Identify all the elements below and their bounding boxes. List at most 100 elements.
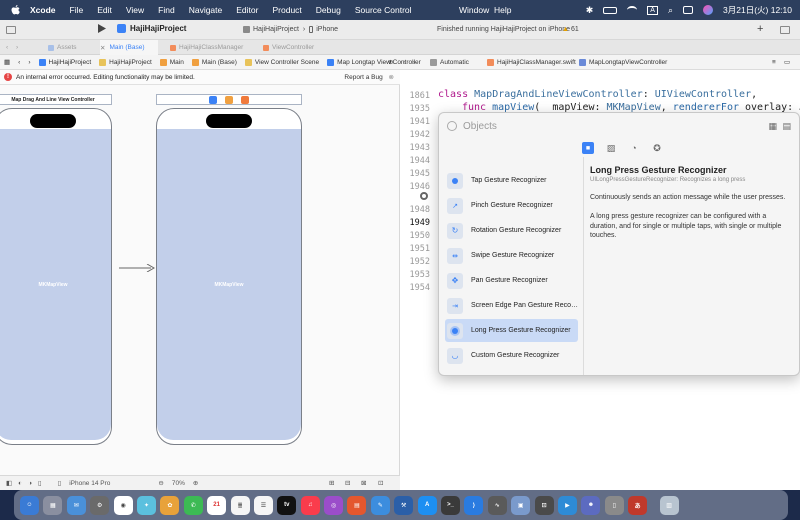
update-frames-icon[interactable]: ⊞ (329, 479, 334, 487)
menu-debug[interactable]: Debug (316, 5, 341, 15)
storyboard-canvas[interactable]: Map Drag And Line View Controller MKMapV… (0, 85, 400, 475)
tab-main-base[interactable]: ✕ Main (Base) (100, 40, 158, 55)
wifi-icon[interactable] (627, 6, 638, 14)
menu-view[interactable]: View (126, 5, 144, 15)
editor-options-icon[interactable]: ⊕ (388, 58, 393, 66)
zoom-in-icon[interactable]: ⊕ (193, 479, 198, 487)
battery-icon[interactable] (603, 6, 618, 14)
safari-icon[interactable]: ✦ (136, 495, 156, 515)
terminal-icon[interactable]: >_ (441, 495, 461, 515)
forward-icon[interactable]: › (16, 40, 18, 55)
media-segment-icon[interactable]: ▨ (605, 142, 617, 154)
exit-icon[interactable] (241, 95, 249, 104)
list-item[interactable]: ◡ Custom Gesture Recognizer (445, 344, 578, 367)
menu-app-xcode[interactable]: Xcode (30, 5, 56, 15)
menu-window[interactable]: Window (459, 5, 489, 15)
apple-tv-icon[interactable]: tv (277, 495, 297, 515)
jump-forward-icon[interactable]: › (28, 59, 30, 66)
device-frame-icon[interactable]: ▯ (38, 479, 42, 487)
menu-find[interactable]: Find (158, 5, 175, 15)
screenshot-icon[interactable]: ⊡ (534, 495, 554, 515)
menu-product[interactable]: Product (272, 5, 301, 15)
discord-icon[interactable]: ☻ (581, 495, 601, 515)
input-method-indicator[interactable]: A (647, 5, 658, 15)
list-item-selected[interactable]: Long Press Gesture Recognizer (445, 319, 578, 342)
pages-icon[interactable]: ✎ (370, 495, 390, 515)
dictionary-icon[interactable]: あ (628, 495, 648, 515)
tab-view-controller[interactable]: ViewController (263, 40, 314, 55)
menu-file[interactable]: File (70, 5, 84, 15)
project-title[interactable]: HajiHajiProject (117, 24, 186, 33)
scene-title[interactable]: Map Drag And Line View Controller (0, 94, 112, 105)
add-icon[interactable]: + (757, 23, 763, 35)
mail-icon[interactable]: ✉ (66, 495, 86, 515)
breadcrumb-item[interactable]: Map Longtap View Controller (327, 58, 421, 66)
document-outline-icon[interactable]: ◧ (6, 479, 12, 487)
reminders-icon[interactable]: ☰ (253, 495, 273, 515)
colors-segment-icon[interactable]: ◔ (628, 142, 640, 154)
tab-hajihaji-class-manager[interactable]: HajiHajiClassManager (170, 40, 243, 55)
menu-editor[interactable]: Editor (236, 5, 258, 15)
pin-icon[interactable]: ⊠ (361, 479, 366, 487)
resolve-issues-icon[interactable]: ⊡ (378, 479, 383, 487)
breadcrumb-class[interactable]: MapLongtapViewController (579, 58, 667, 66)
photos-icon[interactable]: ✿ (160, 495, 180, 515)
canvas-icon[interactable]: ▭ (784, 58, 790, 66)
scheme-selector[interactable]: HajiHajiProject › iPhone (243, 26, 338, 33)
device-config-label[interactable]: iPhone 14 Pro (69, 480, 110, 487)
list-item[interactable]: Tap Gesture Recognizer (445, 169, 578, 192)
breadcrumb-item[interactable]: HajiHajiProject (99, 58, 152, 66)
related-items-icon[interactable]: ▦ (4, 58, 10, 66)
tab-assets[interactable]: Assets (48, 40, 77, 55)
menubar-clock[interactable]: 3月21日(火) 12:10 (723, 4, 792, 16)
breadcrumb-item[interactable]: HajiHajiProject (38, 58, 91, 66)
system-preferences-icon[interactable]: ⚙ (90, 495, 110, 515)
library-search-field[interactable]: Objects (447, 119, 497, 133)
list-icon[interactable]: ≡ (772, 59, 776, 66)
warnings-badge[interactable]: ▲ 61 (562, 26, 579, 33)
list-item[interactable]: ⇹ Swipe Gesture Recognizer (445, 244, 578, 267)
zoom-out-icon[interactable]: ⊖ (158, 479, 163, 487)
zoom-level[interactable]: 70% (172, 480, 185, 487)
list-item[interactable]: ⇥ Screen Edge Pan Gesture Reco… (445, 294, 578, 317)
menu-navigate[interactable]: Navigate (189, 5, 223, 15)
map-view[interactable]: MKMapView (157, 129, 301, 440)
grid-view-icon[interactable]: ▦ (768, 121, 777, 132)
breadcrumb-swift-file[interactable]: HajiHajiClassManager.swift (487, 58, 576, 66)
spotlight-icon[interactable]: ⌕ (668, 5, 673, 16)
vscode-icon[interactable]: ⟩ (464, 495, 484, 515)
sidebar-toggle-icon[interactable] (6, 26, 16, 34)
xcode-icon[interactable]: ⚒ (394, 495, 414, 515)
trash-icon[interactable]: ▥ (659, 495, 679, 515)
siri-icon[interactable] (703, 5, 714, 15)
back-icon[interactable]: ‹ (6, 40, 8, 55)
music-icon[interactable]: ♫ (300, 495, 320, 515)
notes-icon[interactable]: ≣ (230, 495, 250, 515)
symbols-segment-icon[interactable]: ✪ (651, 142, 663, 154)
menu-source-control[interactable]: Source Control (355, 5, 412, 15)
activity-monitor-icon[interactable]: ∿ (487, 495, 507, 515)
breadcrumb-item[interactable]: Main (Base) (191, 58, 237, 66)
simulator-icon[interactable]: ▯ (604, 495, 624, 515)
jump-back-icon[interactable]: ‹ (18, 59, 20, 66)
chrome-icon[interactable]: ◉ (113, 495, 133, 515)
scene-dock[interactable] (156, 94, 302, 105)
app-store-icon[interactable]: A (417, 495, 437, 515)
calendar-icon[interactable]: 21 (207, 495, 227, 515)
segue-arrow[interactable] (119, 263, 156, 273)
breadcrumb-item[interactable]: Main (159, 58, 184, 66)
breakpoint-indicator-icon[interactable] (420, 192, 428, 200)
launchpad-icon[interactable]: ▦ (43, 495, 63, 515)
list-item[interactable]: ✥ Pan Gesture Recognizer (445, 269, 578, 292)
jump-forward-icon[interactable]: › (413, 59, 415, 66)
control-center-icon[interactable] (683, 6, 694, 14)
podcasts-icon[interactable]: ◎ (324, 495, 344, 515)
list-item[interactable]: ↻ Rotation Gesture Recognizer (445, 219, 578, 242)
view-controller-icon[interactable] (209, 95, 217, 104)
code-line[interactable]: class MapDragAndLineViewController: UIVi… (438, 89, 757, 100)
phone-frame[interactable]: MKMapView (156, 108, 302, 445)
list-view-icon[interactable]: ▤ (782, 121, 791, 132)
first-responder-icon[interactable] (225, 95, 233, 104)
zoom-icon[interactable]: ▶ (557, 495, 577, 515)
inspector-toggle-icon[interactable] (780, 26, 790, 34)
